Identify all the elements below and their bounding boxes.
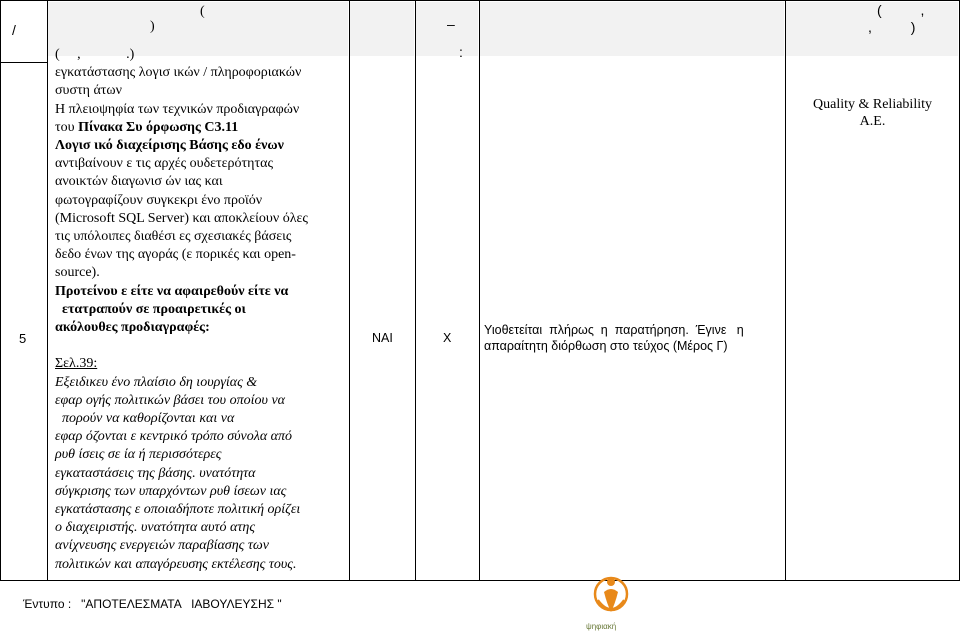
header-fragment-paren-close: )	[150, 19, 155, 34]
paragraph-spacer	[55, 337, 345, 355]
proposal-line: ετατραπούν σε προαιρετικές οι	[55, 301, 246, 317]
header-fragment-dash: –	[447, 16, 455, 32]
observation-line: φωτογραφίζουν συγκεκρι ένο προϊόν	[55, 192, 263, 208]
header-fragment-right-2: , )	[868, 19, 916, 35]
participant-line-1: Quality & Reliability	[813, 97, 932, 112]
spec-line: πολιτικών και απαγόρευσης εκτέλεσης τους…	[55, 556, 297, 572]
column-divider-3	[415, 0, 416, 581]
header-fragment-paren-open: (	[200, 4, 205, 19]
proposal-line: ακόλουθες προδιαγραφές:	[55, 320, 210, 336]
observation-line: αντιβαίνουν ε τις αρχές ουδετερότητας	[55, 156, 273, 172]
column-divider-1	[47, 0, 48, 581]
participant-line-2: Α.Ε.	[859, 114, 886, 129]
observation-bold-title: Λογισ ικό διαχείρισης Βάσης εδο ένων	[55, 138, 284, 154]
column-divider-2	[349, 0, 350, 581]
response-line-1: Υιοθετείται πλήρως η παρατήρηση. Έγινε η	[484, 323, 744, 337]
response-line-2: απαραίτητη διόρθωση στο τεύχος (Μέρος Γ)	[484, 339, 728, 353]
spec-line: πορούν να καθορίζονται και να	[55, 411, 235, 427]
spec-line: εφαρ όζονται ε κεντρικό τρόπο σύνολα από	[55, 429, 293, 445]
header-fragment-slash: /	[12, 22, 16, 38]
header-fragment-right-1: ( ,	[877, 2, 925, 18]
table-border-bottom	[0, 580, 960, 581]
spec-line: εγκατάστασης ε οποιαδήποτε πολιτική ορίζ…	[55, 502, 301, 518]
spec-line: ο διαχειριστής. υνατότητα αυτό ατης	[55, 520, 256, 536]
number-column-divider	[0, 62, 47, 63]
table-border-left	[0, 0, 1, 581]
observation-table-ref-line: του Πίνακα Συ όρφωσης C3.11	[55, 119, 345, 137]
table-border-top	[0, 0, 960, 1]
spec-line: ρυθ ίσεις σε ία ή περισσότερες	[55, 447, 222, 463]
spec-line: Εξειδικευ ένο πλαίσιο δη ιουργίας &	[55, 374, 258, 390]
observation-line: (Microsoft SQL Server) και αποκλείουν όλ…	[55, 210, 308, 226]
header-cell-accepted	[350, 2, 414, 56]
column-divider-4	[479, 0, 480, 581]
observation-line: Η πλειοψηφία των τεχνικών προδιαγραφών	[55, 101, 300, 117]
page-reference: Σελ.39:	[55, 356, 98, 372]
spec-line: ανίχνευσης ενεργειών παραβίασης των	[55, 538, 269, 554]
observation-line: εγκατάστασης λογισ ικών / πληροφοριακών	[55, 65, 302, 81]
observation-table-prefix: του	[55, 119, 79, 135]
observation-line: source).	[55, 265, 100, 281]
observation-line: συστη άτων	[55, 83, 122, 99]
accepted-value: ΝΑΙ	[372, 331, 393, 345]
proposal-line: Προτείνου ε είτε να αφαιρεθούν είτε να	[55, 283, 289, 299]
observation-subline: ( , .)	[55, 47, 135, 62]
spec-line: εγκαταστάσεις της βάσης. υνατότητα	[55, 465, 256, 481]
observation-line: τις υπόλοιπες διαθέσι ες σχεσιακές βάσει…	[55, 229, 292, 245]
header-fragment-colon: :	[459, 44, 463, 60]
spec-line: εφαρ ογής πολιτικών βάσει του οποίου να	[55, 392, 286, 408]
logo-text: ψηφιακή	[586, 622, 617, 631]
column-divider-5	[785, 0, 786, 581]
logo: ψηφιακή	[578, 572, 644, 632]
row-number: 5	[19, 331, 27, 346]
observation-line: δεδο ένων της αγοράς (ε πορικές και open…	[55, 247, 296, 263]
participant-name: Quality & Reliability Α.Ε.	[786, 96, 959, 130]
observation-line: ανοικτών διαγωνισ ών ιας και	[55, 174, 223, 190]
form-label: Έντυπο : "ΑΠΟΤΕΛΕΣΜΑΤΑ ΙΑΒΟΥΛΕΥΣΗΣ "	[23, 597, 282, 611]
header-cell-response	[480, 2, 784, 56]
mark-value: Χ	[443, 331, 452, 345]
observation-text: ( , .) εγκατάστασης λογισ ικών / πληροφο…	[55, 46, 345, 574]
spec-line: σύγκρισης των υπαρχόντων ρυθ ίσεων ιας	[55, 483, 287, 499]
observation-table-ref: Πίνακα Συ όρφωσης C3.11	[78, 119, 239, 135]
